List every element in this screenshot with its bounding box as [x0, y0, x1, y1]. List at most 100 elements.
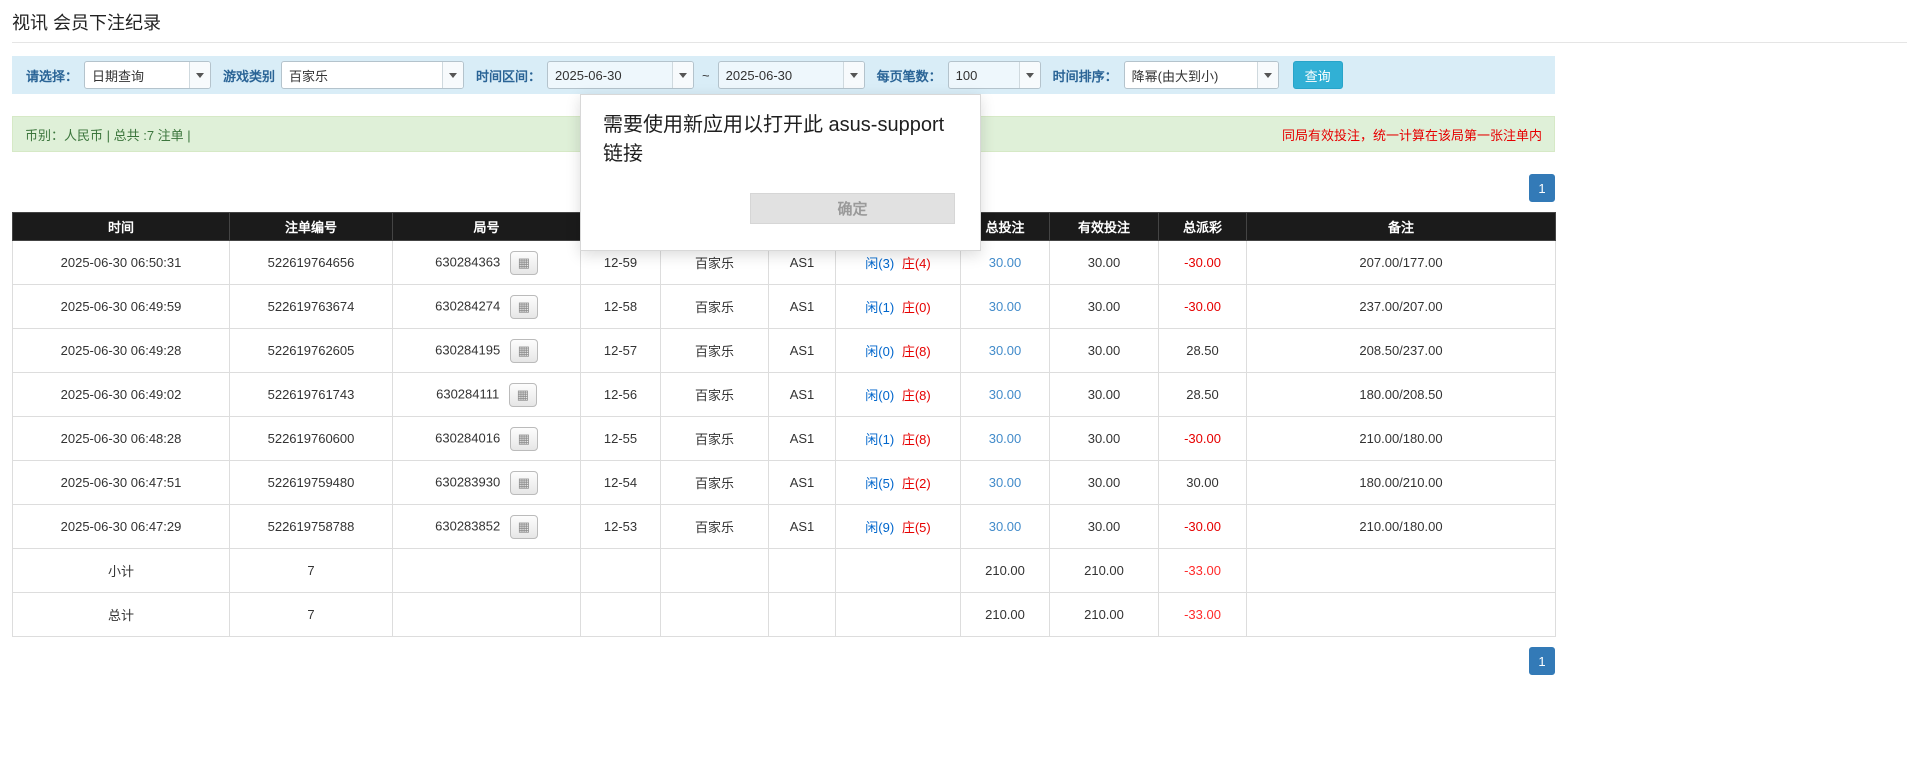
cell-remark: 208.50/237.00	[1247, 329, 1556, 373]
header-remark: 备注	[1247, 213, 1556, 241]
page-size-label: 每页笔数：	[877, 66, 942, 85]
total-bet-link[interactable]: 30.00	[989, 475, 1022, 490]
cell-table: AS1	[769, 505, 836, 549]
summary-row: 总计 7 210.00 210.00 -33.00	[13, 593, 1556, 637]
cell-game: 百家乐	[661, 505, 769, 549]
cell-result: 闲(9) 庄(5)	[836, 505, 961, 549]
summary-row: 小计 7 210.00 210.00 -33.00	[13, 549, 1556, 593]
date-to-input[interactable]	[719, 62, 843, 88]
date-from-picker[interactable]	[547, 61, 694, 89]
total-bet-link[interactable]: 30.00	[989, 431, 1022, 446]
game-type-select[interactable]	[281, 61, 464, 89]
summary-total-bet: 210.00	[961, 549, 1050, 593]
cell-round-no: 630284195 ▦	[393, 329, 581, 373]
summary-count: 7	[230, 549, 393, 593]
table-row: 2025-06-30 06:49:28 522619762605 6302841…	[13, 329, 1556, 373]
cell-shoe: 12-55	[581, 417, 661, 461]
player-score: 闲(1)	[865, 432, 894, 447]
chevron-down-icon	[449, 73, 457, 78]
page-size-select[interactable]	[948, 61, 1041, 89]
roadmap-icon: ▦	[518, 299, 530, 314]
summary-empty-cell	[393, 593, 581, 637]
page-title: 视讯 会员下注纪录	[12, 12, 1907, 34]
summary-payout: -33.00	[1159, 593, 1247, 637]
cell-game: 百家乐	[661, 285, 769, 329]
summary-total-bet: 210.00	[961, 593, 1050, 637]
total-bet-link[interactable]: 30.00	[989, 343, 1022, 358]
cell-round-no: 630284363 ▦	[393, 241, 581, 285]
cell-round-no: 630284016 ▦	[393, 417, 581, 461]
cell-valid-bet: 30.00	[1050, 285, 1159, 329]
cell-shoe: 12-58	[581, 285, 661, 329]
dialog-message: 需要使用新应用以打开此 asus-support 链接	[581, 95, 980, 169]
total-bet-link[interactable]: 30.00	[989, 387, 1022, 402]
cell-result: 闲(0) 庄(8)	[836, 373, 961, 417]
game-type-input[interactable]	[282, 62, 442, 88]
view-roadmap-button[interactable]: ▦	[510, 295, 538, 319]
cell-total-bet: 30.00	[961, 329, 1050, 373]
cell-payout: -30.00	[1159, 285, 1247, 329]
cell-valid-bet: 30.00	[1050, 417, 1159, 461]
search-button[interactable]: 查询	[1293, 61, 1343, 89]
roadmap-icon: ▦	[518, 343, 530, 358]
summary-empty-cell	[581, 549, 661, 593]
cell-bet-no: 522619760600	[230, 417, 393, 461]
cell-result: 闲(5) 庄(2)	[836, 461, 961, 505]
player-score: 闲(3)	[865, 256, 894, 271]
banker-score: 庄(0)	[902, 300, 931, 315]
view-roadmap-button[interactable]: ▦	[510, 515, 538, 539]
page-size-input[interactable]	[949, 62, 1019, 88]
open-app-dialog: 需要使用新应用以打开此 asus-support 链接 确定	[580, 94, 981, 251]
summary-empty-cell	[661, 549, 769, 593]
query-type-input[interactable]	[85, 62, 189, 88]
sort-order-select[interactable]	[1124, 61, 1279, 89]
date-from-input[interactable]	[548, 62, 672, 88]
records-table: 时间 注单编号 局号 总投注 有效投注 总派彩 备注 2025-06-30 06…	[12, 212, 1556, 637]
page-1-button[interactable]: 1	[1529, 647, 1555, 675]
cell-shoe: 12-53	[581, 505, 661, 549]
cell-table: AS1	[769, 373, 836, 417]
summary-label: 总计	[13, 593, 230, 637]
summary-valid-bet: 210.00	[1050, 549, 1159, 593]
player-score: 闲(9)	[865, 520, 894, 535]
total-bet-link[interactable]: 30.00	[989, 519, 1022, 534]
cell-shoe: 12-54	[581, 461, 661, 505]
cell-time: 2025-06-30 06:49:02	[13, 373, 230, 417]
sort-order-input[interactable]	[1125, 62, 1257, 88]
date-to-picker[interactable]	[718, 61, 865, 89]
summary-valid-bet: 210.00	[1050, 593, 1159, 637]
view-roadmap-button[interactable]: ▦	[509, 383, 537, 407]
page-size-dropdown-button[interactable]	[1019, 62, 1040, 88]
round-no-text: 630284195	[435, 342, 500, 357]
cell-valid-bet: 30.00	[1050, 241, 1159, 285]
summary-empty-cell	[1247, 549, 1556, 593]
banker-score: 庄(4)	[902, 256, 931, 271]
cell-bet-no: 522619764656	[230, 241, 393, 285]
page-1-button[interactable]: 1	[1529, 174, 1555, 202]
cell-bet-no: 522619758788	[230, 505, 393, 549]
sort-order-dropdown-button[interactable]	[1257, 62, 1278, 88]
date-from-dropdown-button[interactable]	[672, 62, 693, 88]
roadmap-icon: ▦	[518, 475, 530, 490]
query-type-select[interactable]	[84, 61, 211, 89]
view-roadmap-button[interactable]: ▦	[510, 427, 538, 451]
cell-game: 百家乐	[661, 461, 769, 505]
header-valid-bet: 有效投注	[1050, 213, 1159, 241]
confirm-button[interactable]: 确定	[750, 193, 955, 224]
query-type-dropdown-button[interactable]	[189, 62, 210, 88]
cell-bet-no: 522619762605	[230, 329, 393, 373]
cell-table: AS1	[769, 329, 836, 373]
view-roadmap-button[interactable]: ▦	[510, 251, 538, 275]
summary-empty-cell	[1247, 593, 1556, 637]
date-to-dropdown-button[interactable]	[843, 62, 864, 88]
chevron-down-icon	[1026, 73, 1034, 78]
view-roadmap-button[interactable]: ▦	[510, 339, 538, 363]
total-bet-link[interactable]: 30.00	[989, 255, 1022, 270]
cell-table: AS1	[769, 417, 836, 461]
cell-table: AS1	[769, 461, 836, 505]
cell-result: 闲(1) 庄(0)	[836, 285, 961, 329]
cell-time: 2025-06-30 06:50:31	[13, 241, 230, 285]
game-type-dropdown-button[interactable]	[442, 62, 463, 88]
view-roadmap-button[interactable]: ▦	[510, 471, 538, 495]
total-bet-link[interactable]: 30.00	[989, 299, 1022, 314]
